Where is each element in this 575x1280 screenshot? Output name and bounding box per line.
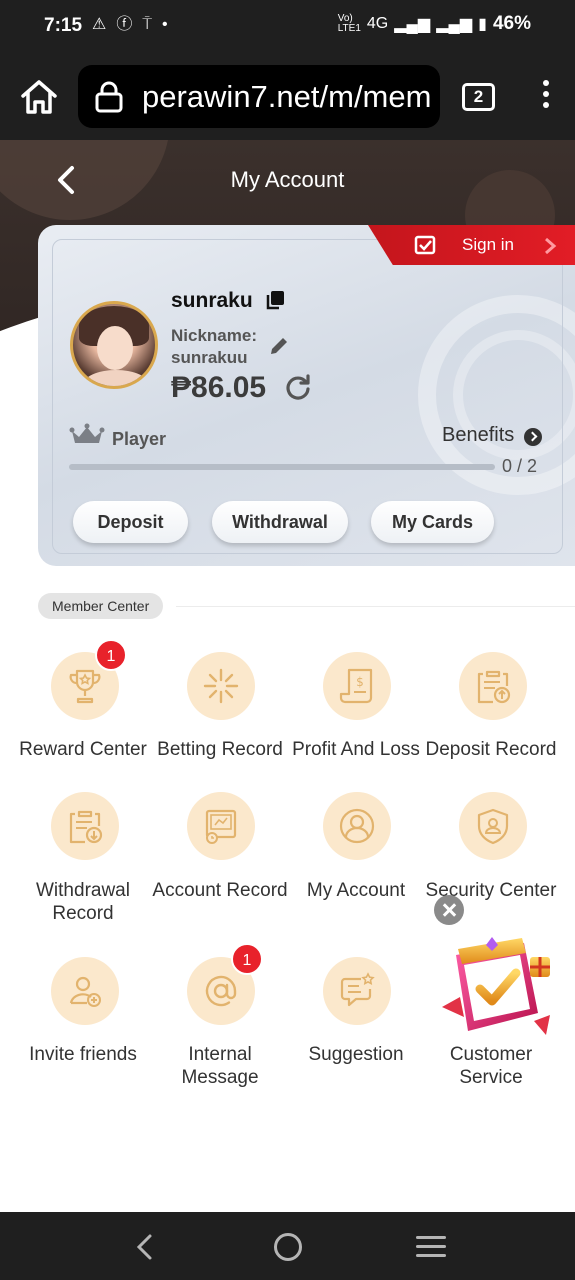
- battery-percent: 46%: [492, 13, 531, 34]
- vip-level: Player: [112, 429, 167, 449]
- level-progress-text: 0 / 2: [502, 456, 538, 476]
- address-bar[interactable]: perawin7.net/m/mem: [78, 65, 440, 128]
- my-cards-button[interactable]: My Cards: [371, 501, 494, 543]
- withdrawal-button[interactable]: Withdrawal: [212, 501, 348, 543]
- betting-record-label[interactable]: Betting Record: [150, 738, 290, 761]
- invite-friends-button[interactable]: [51, 957, 119, 1025]
- suggestion-button[interactable]: [323, 957, 391, 1025]
- nickname-label: Nickname:: [171, 326, 257, 345]
- balance-amount: ₱86.05: [171, 371, 267, 404]
- chat-star-icon: [340, 972, 375, 1007]
- suggestion-label[interactable]: Suggestion: [286, 1043, 426, 1066]
- account-card: Sign in sunraku Nickname: sunrakuu ₱86.0…: [38, 225, 575, 566]
- browser-menu-icon[interactable]: [536, 80, 556, 114]
- sign-in-label[interactable]: Sign in: [462, 235, 514, 255]
- trophy-icon: [69, 669, 101, 704]
- browser-toolbar: perawin7.net/m/mem 2: [0, 54, 575, 140]
- close-icon[interactable]: [434, 895, 464, 925]
- dot-icon: •: [161, 16, 168, 33]
- notification-badge: 1: [231, 943, 263, 975]
- facebook-icon: ⓕ: [116, 16, 133, 33]
- nav-home-icon[interactable]: [274, 1233, 302, 1261]
- chevron-right-icon: [545, 237, 557, 255]
- section-title: Member Center: [38, 593, 164, 619]
- deposit-record-button[interactable]: [459, 652, 527, 720]
- page-title: My Account: [230, 167, 345, 192]
- deposit-button[interactable]: Deposit: [73, 501, 188, 543]
- withdrawal-record-button[interactable]: [51, 792, 119, 860]
- volte-icon: Vo) LTE1: [337, 13, 361, 34]
- notification-icons: ⚠ ⓕ ⍑ •: [92, 14, 168, 36]
- warning-icon: ⚠: [92, 16, 107, 33]
- reward-center-label[interactable]: Reward Center: [13, 738, 153, 761]
- my-account-label[interactable]: My Account: [286, 879, 426, 902]
- copy-icon[interactable]: [264, 289, 286, 311]
- benefits-link[interactable]: Benefits: [442, 424, 514, 447]
- android-nav-bar: [0, 1212, 575, 1280]
- withdrawal-record-label[interactable]: Withdrawal Record: [13, 879, 153, 925]
- certificate-icon: [205, 809, 237, 844]
- customer-service-label[interactable]: Customer Service: [421, 1043, 561, 1089]
- avatar[interactable]: [70, 301, 158, 389]
- invite-friends-label[interactable]: Invite friends: [13, 1043, 153, 1066]
- account-record-label[interactable]: Account Record: [150, 879, 290, 902]
- receipt-icon: $: [339, 668, 373, 704]
- gift-box-icon[interactable]: [438, 935, 556, 1045]
- notification-badge: 1: [95, 639, 127, 671]
- lock-icon: [95, 81, 123, 113]
- pencil-icon[interactable]: [268, 335, 290, 357]
- status-bar: 7:15 ⚠ ⓕ ⍑ • Vo) LTE1 4G ▂▄▆ ▂▄▆ ▮ 46%: [0, 0, 575, 54]
- nav-back-icon[interactable]: [132, 1232, 158, 1262]
- signal-icon-2: ▂▄▆: [436, 16, 473, 33]
- clipboard-download-icon: [69, 810, 103, 844]
- nav-recents-icon[interactable]: [416, 1236, 446, 1258]
- shield-user-icon: [477, 808, 509, 845]
- user-icon: [339, 808, 375, 844]
- level-progress-bar: [69, 464, 495, 470]
- security-center-button[interactable]: [459, 792, 527, 860]
- deposit-record-label[interactable]: Deposit Record: [421, 738, 561, 761]
- internal-message-label[interactable]: Internal Message: [150, 1043, 290, 1089]
- divider: [176, 606, 575, 607]
- clipboard-upload-icon: [477, 670, 511, 704]
- signal-icon: ▂▄▆: [394, 16, 431, 33]
- profit-and-loss-label[interactable]: Profit And Loss: [286, 738, 426, 761]
- url-text: perawin7.net/m/mem: [142, 79, 432, 114]
- crown-icon: [69, 423, 105, 443]
- network-type: 4G: [366, 15, 389, 32]
- at-icon: [205, 975, 237, 1007]
- account-record-button[interactable]: [187, 792, 255, 860]
- refresh-icon[interactable]: [284, 373, 312, 401]
- sparkle-icon: [203, 668, 239, 704]
- username: sunraku: [171, 289, 253, 312]
- profit-and-loss-button[interactable]: $: [323, 652, 391, 720]
- usb-icon: ⍑: [142, 16, 152, 33]
- my-account-button[interactable]: [323, 792, 391, 860]
- battery-icon: ▮: [478, 16, 487, 33]
- tab-switcher-button[interactable]: 2: [462, 83, 495, 111]
- nickname-value: sunrakuu: [171, 348, 248, 367]
- add-user-icon: [69, 976, 101, 1007]
- home-icon[interactable]: [18, 76, 60, 118]
- checkbox-icon: [414, 235, 436, 255]
- status-time: 7:15: [44, 15, 83, 36]
- system-icons: Vo) LTE1 4G ▂▄▆ ▂▄▆ ▮ 46%: [338, 13, 531, 35]
- svg-text:$: $: [356, 675, 364, 689]
- betting-record-button[interactable]: [187, 652, 255, 720]
- arrow-circle-icon[interactable]: [524, 428, 542, 446]
